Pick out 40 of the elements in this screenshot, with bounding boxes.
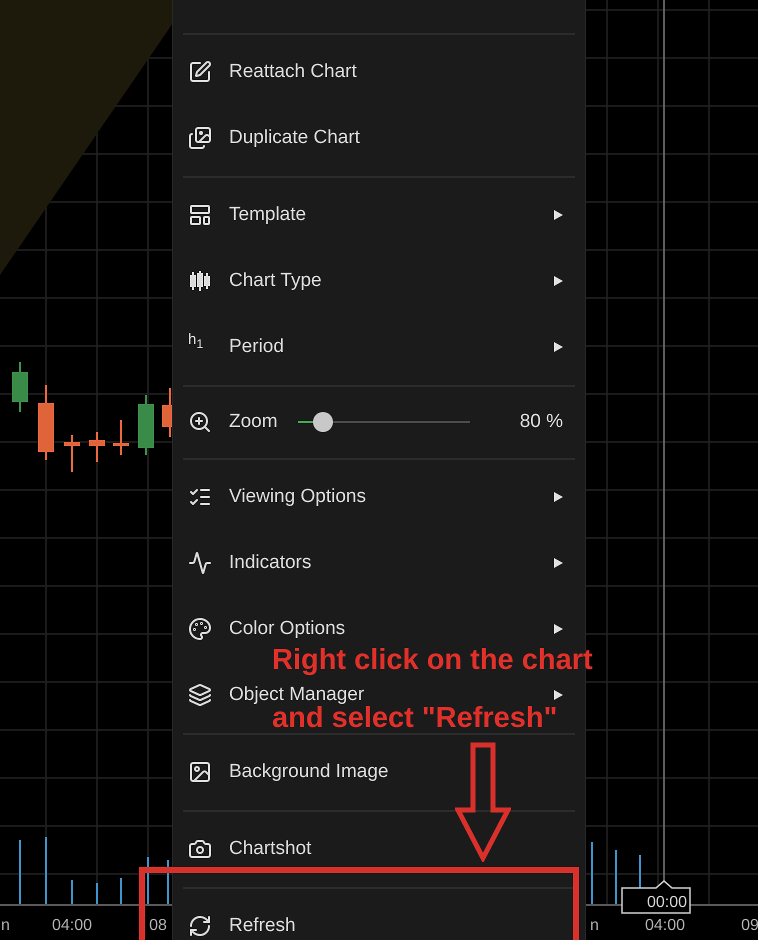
zoom-in-icon <box>188 410 212 434</box>
layers-icon <box>188 683 212 707</box>
menu-item[interactable]: Template <box>229 204 306 226</box>
menu-item[interactable]: Chart Type <box>229 270 322 292</box>
candlestick <box>12 362 28 412</box>
candlestick <box>89 432 105 462</box>
time-label: 09 <box>741 917 758 934</box>
image-icon <box>188 760 212 784</box>
time-label: 04:00 <box>52 917 92 934</box>
menu-item[interactable]: Background Image <box>229 761 388 783</box>
zoom-slider[interactable] <box>298 412 470 432</box>
palette-icon <box>188 617 212 641</box>
time-label: n <box>1 917 10 934</box>
menu-item[interactable]: Chartshot <box>229 838 312 860</box>
time-label: n <box>590 917 599 934</box>
time-label: 08 <box>149 917 167 934</box>
candlestick-icon <box>188 269 212 293</box>
candlestick <box>64 435 80 472</box>
menu-item[interactable]: Viewing Options <box>229 486 366 508</box>
images-icon <box>188 126 212 150</box>
crosshair-label: 00:00 <box>621 880 691 914</box>
menu-item[interactable]: Reattach Chart <box>229 61 357 83</box>
time-label: 04:00 <box>644 917 686 934</box>
period-glyph: h$_{1}$ <box>188 332 204 350</box>
menu-item[interactable]: Color Options <box>229 618 346 640</box>
pulse-icon <box>188 551 212 575</box>
candlestick <box>138 395 154 455</box>
menu-item[interactable]: Indicators <box>229 552 312 574</box>
candlestick <box>113 420 129 455</box>
annotation-text: Right click on the chart <box>272 645 593 677</box>
menu-item[interactable]: Duplicate Chart <box>229 127 360 149</box>
camera-icon <box>188 837 212 861</box>
refresh-icon <box>188 914 212 938</box>
zoom-reading: 80 % <box>520 411 563 433</box>
menu-item[interactable]: Refresh <box>229 915 296 937</box>
edit-icon <box>188 60 212 84</box>
slider-thumb[interactable] <box>313 412 334 432</box>
template-icon <box>188 203 212 227</box>
down-arrow-icon <box>455 742 511 862</box>
menu-item[interactable]: Period <box>229 336 284 358</box>
